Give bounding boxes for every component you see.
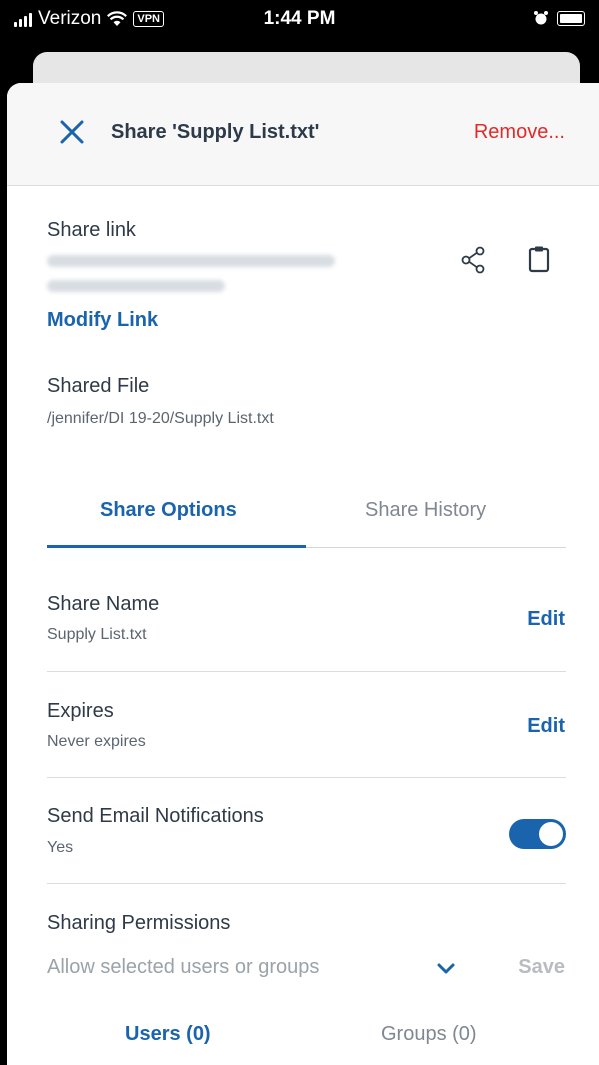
modify-link-button[interactable]: Modify Link bbox=[47, 309, 158, 332]
active-tab-indicator bbox=[47, 545, 306, 548]
shared-file-label: Shared File bbox=[47, 375, 150, 397]
status-bar: Verizon VPN 1:44 PM bbox=[0, 0, 599, 40]
tab-share-options[interactable]: Share Options bbox=[100, 499, 237, 522]
email-notifications-value: Yes bbox=[47, 839, 74, 856]
page-title: Share 'Supply List.txt' bbox=[111, 121, 320, 143]
share-icon[interactable] bbox=[460, 246, 488, 274]
toggle-knob bbox=[539, 822, 563, 846]
tab-users[interactable]: Users (0) bbox=[125, 1023, 211, 1046]
divider bbox=[47, 671, 566, 672]
sharing-permissions-title: Sharing Permissions bbox=[47, 912, 231, 934]
alarm-icon bbox=[534, 11, 548, 25]
share-name-title: Share Name bbox=[47, 593, 160, 615]
tab-share-history[interactable]: Share History bbox=[365, 499, 486, 522]
status-time: 1:44 PM bbox=[263, 8, 336, 29]
share-sheet: Share 'Supply List.txt' Remove... Share … bbox=[7, 83, 599, 1065]
sheet-header: Share 'Supply List.txt' Remove... bbox=[7, 83, 599, 186]
chevron-down-icon[interactable] bbox=[435, 959, 457, 979]
battery-icon bbox=[557, 10, 585, 26]
share-link-url-blurred bbox=[47, 255, 335, 267]
edit-expires-button[interactable]: Edit bbox=[527, 715, 565, 738]
share-link-url-blurred-2 bbox=[47, 280, 225, 292]
shared-file-path: /jennifer/DI 19-20/Supply List.txt bbox=[47, 410, 274, 427]
share-link-label: Share link bbox=[47, 219, 136, 241]
share-name-value: Supply List.txt bbox=[47, 626, 147, 643]
remove-button[interactable]: Remove... bbox=[474, 121, 565, 144]
expires-value: Never expires bbox=[47, 733, 146, 750]
clipboard-icon[interactable] bbox=[528, 245, 550, 273]
divider bbox=[47, 777, 566, 778]
tab-groups[interactable]: Groups (0) bbox=[381, 1023, 477, 1046]
email-notifications-toggle[interactable] bbox=[509, 819, 566, 849]
close-icon[interactable] bbox=[59, 119, 85, 145]
status-right bbox=[533, 10, 585, 26]
save-button[interactable]: Save bbox=[518, 956, 565, 979]
expires-title: Expires bbox=[47, 700, 114, 722]
edit-share-name-button[interactable]: Edit bbox=[527, 608, 565, 631]
email-notifications-title: Send Email Notifications bbox=[47, 805, 264, 827]
divider bbox=[47, 883, 566, 884]
sharing-permissions-select[interactable]: Allow selected users or groups bbox=[47, 956, 319, 979]
